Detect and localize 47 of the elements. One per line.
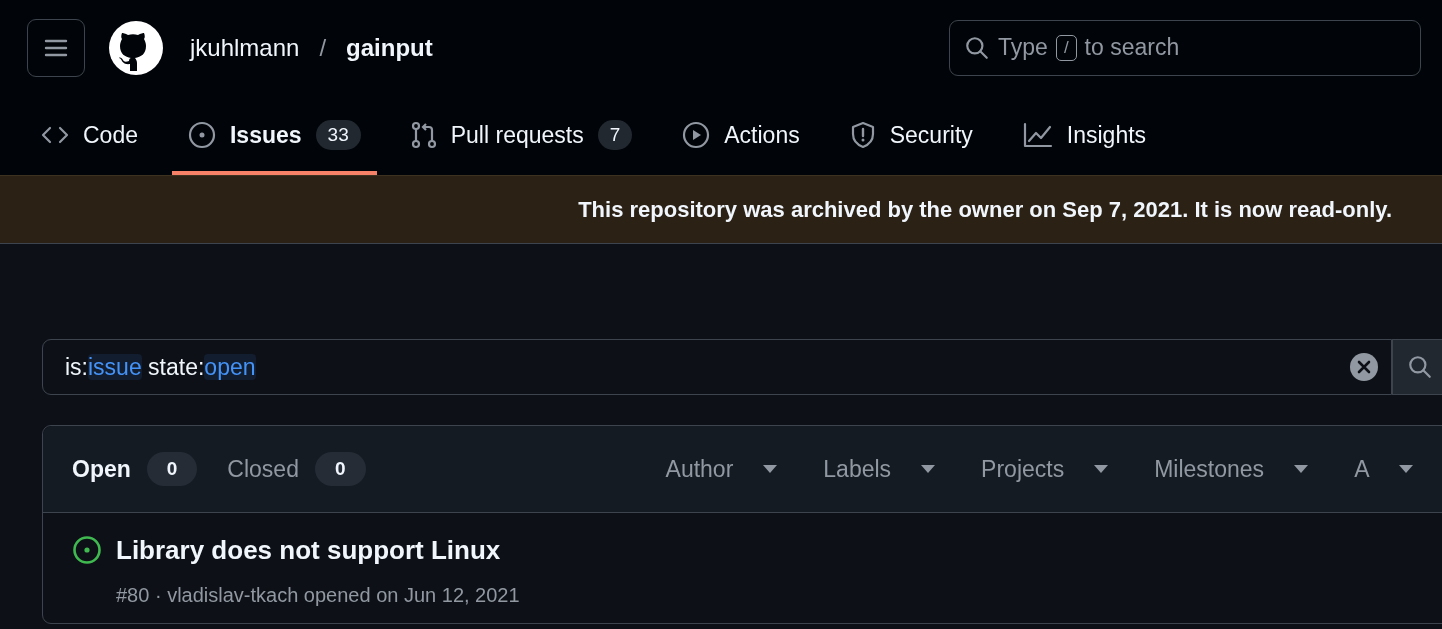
search-icon — [964, 34, 990, 61]
search-placeholder: Type — [998, 34, 1048, 61]
tab-counter: 33 — [315, 120, 361, 150]
graph-icon — [1022, 122, 1053, 148]
state-counter: 0 — [146, 452, 198, 486]
repo-tab[interactable]: Pull requests 7 — [394, 95, 649, 175]
keyboard-shortcut-key: / — [1055, 34, 1077, 61]
filter-dropdown[interactable]: Milestones — [1154, 455, 1309, 483]
search-icon — [1407, 354, 1433, 380]
issue-icon — [188, 121, 216, 149]
repo-link[interactable]: gainput — [346, 33, 433, 62]
path-separator: / — [319, 33, 327, 62]
octocat-logo-icon[interactable] — [109, 20, 163, 75]
filter-dropdown[interactable]: Author — [665, 455, 778, 483]
state-tab[interactable]: Closed 0 — [227, 452, 366, 486]
caret-icon — [921, 465, 936, 473]
state-tab[interactable]: Open 0 — [72, 452, 198, 486]
archived-notice: This repository was archived by the owner on Sep 7, 2021. It is now read-only. — [578, 196, 1392, 223]
menu-button[interactable] — [27, 18, 85, 77]
repo-tab[interactable]: Actions — [666, 95, 816, 175]
issue-title-link[interactable]: Library does not support Linux — [116, 535, 520, 566]
issue-meta: #80 · vladislav-tkach opened on Jun 12, 2021 — [116, 584, 520, 607]
menu-icon — [44, 37, 68, 58]
open-issue-icon — [72, 535, 102, 565]
search-button[interactable] — [1392, 339, 1442, 395]
clear-icon[interactable] — [1349, 352, 1379, 382]
caret-icon — [1294, 465, 1309, 473]
repo-tab[interactable]: Insights — [1006, 95, 1163, 175]
filter-query: is:issue state:open — [65, 353, 256, 381]
play-icon — [682, 121, 711, 149]
caret-icon — [1094, 465, 1109, 473]
state-counter: 0 — [314, 452, 366, 486]
code-icon — [41, 124, 69, 146]
repo-tab[interactable]: Security — [833, 95, 989, 175]
tab-counter: 7 — [597, 120, 633, 150]
caret-icon — [763, 465, 778, 473]
repo-tab[interactable]: Code — [25, 95, 154, 175]
issue-filter-field[interactable]: is:issue state:open — [42, 339, 1392, 395]
owner-link[interactable]: jkuhlmann — [190, 33, 300, 62]
filter-dropdown[interactable]: Labels — [823, 455, 936, 483]
search-placeholder: to search — [1084, 34, 1180, 61]
filter-dropdown[interactable]: A — [1354, 455, 1414, 483]
pull-request-icon — [410, 121, 437, 149]
filter-dropdown[interactable]: Projects — [981, 455, 1109, 483]
caret-icon — [1399, 465, 1414, 473]
global-search-field[interactable]: Type / to search — [949, 19, 1421, 76]
shield-icon — [849, 121, 876, 149]
